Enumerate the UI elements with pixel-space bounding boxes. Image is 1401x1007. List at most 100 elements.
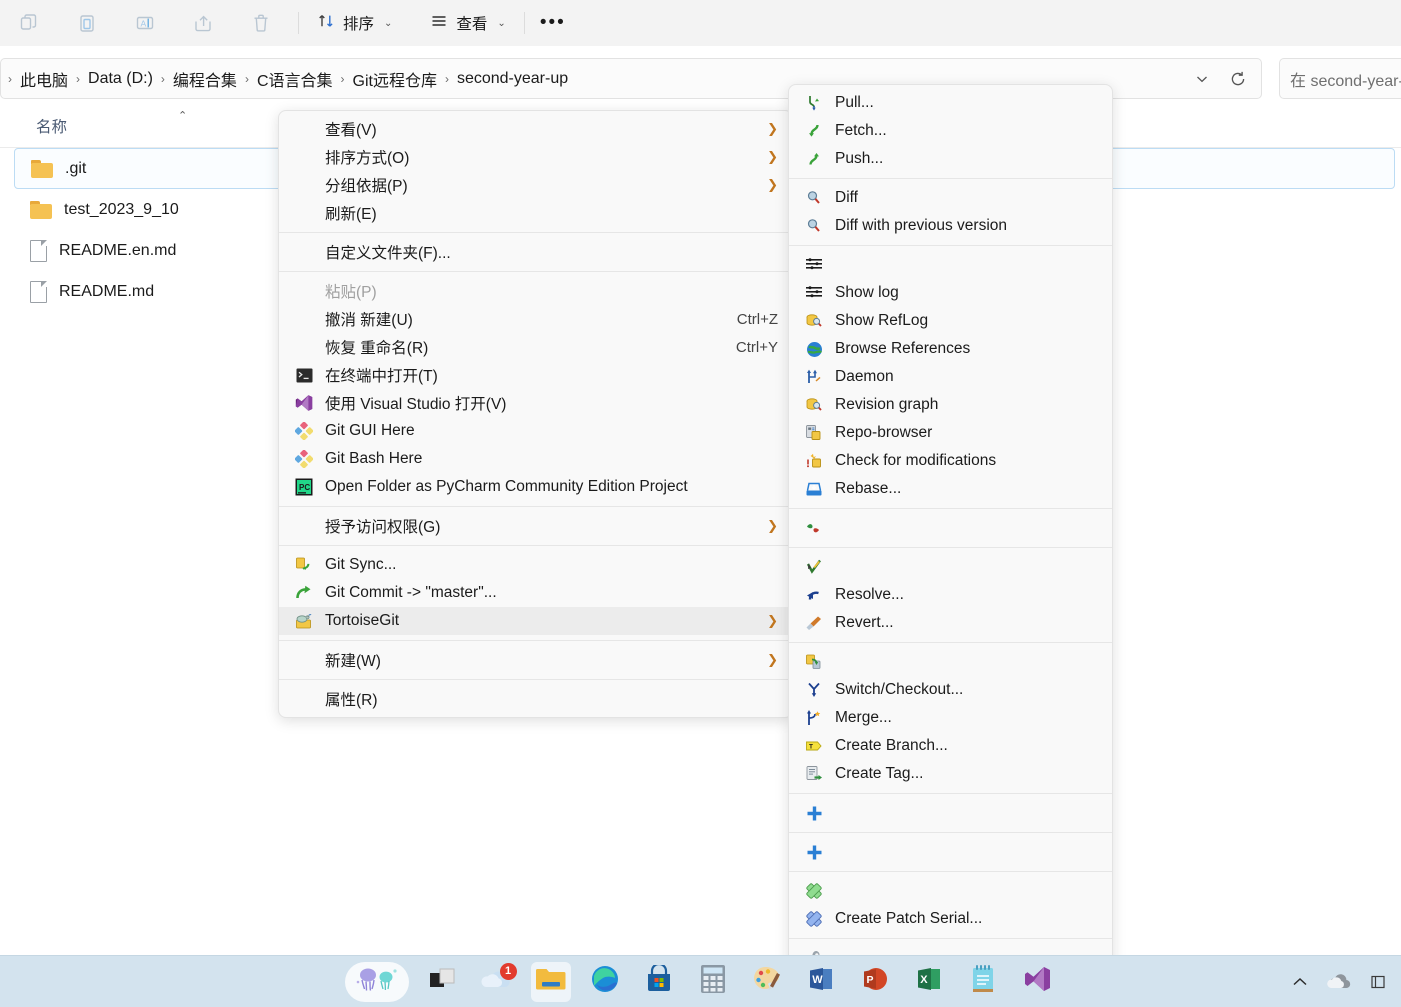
tgit-push[interactable]: Push... [789,145,1112,173]
svg-text:P: P [866,974,873,986]
taskbar-item-microsoft-store[interactable] [639,962,679,1002]
menu-item-label: 粘贴(P) [325,284,377,301]
tgit-create-branch[interactable]: Merge... [789,704,1112,732]
tgit-merge[interactable]: Switch/Checkout... [789,676,1112,704]
menu-item-open-visual-studio[interactable]: 使用 Visual Studio 打开(V) [279,389,792,417]
breadcrumb-item-4[interactable]: Git远程仓库 [348,65,442,93]
cloud-tray-icon[interactable] [1327,972,1353,992]
taskbar-item-notepad[interactable] [963,962,1003,1002]
breadcrumb-item-3[interactable]: C语言合集 [252,65,338,93]
tgit-stash-changes[interactable]: Rebase... [789,475,1112,503]
jellyfish-icon [353,964,401,999]
taskbar-item-file-explorer[interactable] [530,961,571,1002]
menu-item-undo-new[interactable]: 撤消 新建(U) Ctrl+Z [279,305,792,333]
menu-item-git-bash-here[interactable]: Git Bash Here [279,445,792,473]
tgit-browse-references[interactable]: Show RefLog [789,307,1112,335]
tgit-repo-browser[interactable]: Revision graph [789,391,1112,419]
stash-icon [803,479,825,499]
tgit-revision-graph[interactable]: Daemon [789,363,1112,391]
tgit-diff-previous[interactable]: Diff with previous version [789,212,1112,240]
breadcrumb-item-1[interactable]: Data (D:) [83,68,158,90]
menu-item-paste: 粘贴(P) [279,277,792,305]
tgit-revert[interactable]: Resolve... [789,581,1112,609]
menu-item-git-sync[interactable]: Git Sync... [279,551,792,579]
taskbar-item-onedrive[interactable]: 1 [477,962,517,1002]
paste-button[interactable] [65,6,109,40]
menu-separator [279,506,792,507]
delete-button[interactable] [239,6,283,40]
menu-item-open-pycharm[interactable]: PC Open Folder as PyCharm Community Edit… [279,473,792,501]
tgit-show-reflog[interactable]: Show log [789,279,1112,307]
rename-button[interactable]: A [123,6,167,40]
taskbar-item-widgets-jellyfish[interactable] [344,961,409,1002]
tgit-clean-up[interactable]: Revert... [789,609,1112,637]
menu-item-git-gui-here[interactable]: Git GUI Here [279,417,792,445]
taskbar-item-visual-studio[interactable] [1017,962,1057,1002]
column-header-name[interactable]: 名称 [36,115,67,137]
breadcrumb-item-2[interactable]: 编程合集 [168,65,242,93]
toolbar-divider-1 [298,12,299,34]
git-icon [293,449,315,469]
square-icon[interactable] [1371,975,1385,989]
check-modifications-icon [803,423,825,443]
taskbar-item-paint[interactable] [747,962,787,1002]
tgit-apply-patch-serial[interactable]: Create Patch Serial... [789,905,1112,933]
taskbar-item-word[interactable]: W [801,962,841,1002]
breadcrumb-item-5[interactable]: second-year-up [452,68,573,90]
menu-item-label: Diff [835,189,858,206]
chevron-down-icon[interactable] [1185,63,1219,95]
tgit-switch-checkout[interactable] [789,648,1112,676]
share-button[interactable] [181,6,225,40]
menu-item-open-in-terminal[interactable]: 在终端中打开(T) [279,361,792,389]
taskbar-item-excel[interactable]: X [909,962,949,1002]
sort-button[interactable]: 排序 ⌄ [307,6,402,40]
copy-button[interactable] [7,6,51,40]
breadcrumb-separator: › [444,71,449,86]
menu-item-refresh[interactable]: 刷新(E) [279,199,792,227]
tgit-pull[interactable]: Pull... [789,89,1112,117]
menu-item-new[interactable]: 新建(W) ❯ [279,646,792,674]
breadcrumb-item-0[interactable]: 此电脑 [15,65,73,93]
tgit-export[interactable]: Create Tag... [789,760,1112,788]
menu-item-label: 在终端中打开(T) [325,368,438,385]
tgit-create-patch-serial[interactable] [789,877,1112,905]
more-options-button[interactable]: ••• [533,6,573,40]
menu-item-view[interactable]: 查看(V) ❯ [279,115,792,143]
menu-item-label: Create Tag... [835,765,924,782]
menu-item-tortoisegit[interactable]: TortoiseGit ❯ [279,607,792,635]
menu-item-label: Revert... [835,614,894,631]
view-button[interactable]: 查看 ⌄ [420,6,515,40]
tgit-create-tag[interactable]: T Create Branch... [789,732,1112,760]
tgit-add[interactable] [789,799,1112,827]
menu-item-redo-rename[interactable]: 恢复 重命名(R) Ctrl+Y [279,333,792,361]
menu-item-label: Check for modifications [835,452,997,469]
tgit-check-modifications[interactable]: Repo-browser [789,419,1112,447]
menu-item-grant-access[interactable]: 授予访问权限(G) ❯ [279,512,792,540]
menu-item-customize-folder[interactable]: 自定义文件夹(F)... [279,238,792,266]
tgit-rebase[interactable]: Check for modifications [789,447,1112,475]
chevron-right-icon: ❯ [767,652,778,667]
taskbar-item-calculator[interactable] [693,962,733,1002]
taskbar-item-taskview[interactable] [423,962,463,1002]
tgit-bisect-start[interactable] [789,514,1112,542]
sort-icon [317,12,335,35]
tgit-submodule-add[interactable] [789,838,1112,866]
menu-item-properties[interactable]: 属性(R) [279,685,792,713]
tgit-diff[interactable]: Diff [789,184,1112,212]
tgit-show-log[interactable] [789,251,1112,279]
menu-item-group-by[interactable]: 分组依据(P) ❯ [279,171,792,199]
chevron-up-icon[interactable] [1291,975,1309,989]
taskbar-item-edge[interactable] [585,962,625,1002]
tgit-daemon[interactable]: Browse References [789,335,1112,363]
taskbar-item-powerpoint[interactable]: P [855,962,895,1002]
pycharm-icon: PC [293,477,315,497]
repo-browser-icon [803,395,825,415]
refresh-icon[interactable] [1221,63,1255,95]
menu-item-label: Browse References [835,340,971,357]
menu-item-git-commit[interactable]: Git Commit -> "master"... [279,579,792,607]
menu-item-sort-by[interactable]: 排序方式(O) ❯ [279,143,792,171]
search-input[interactable]: 在 second-year- [1279,58,1401,99]
menu-item-label: Daemon [835,368,894,385]
tgit-resolve[interactable] [789,553,1112,581]
tgit-fetch[interactable]: Fetch... [789,117,1112,145]
